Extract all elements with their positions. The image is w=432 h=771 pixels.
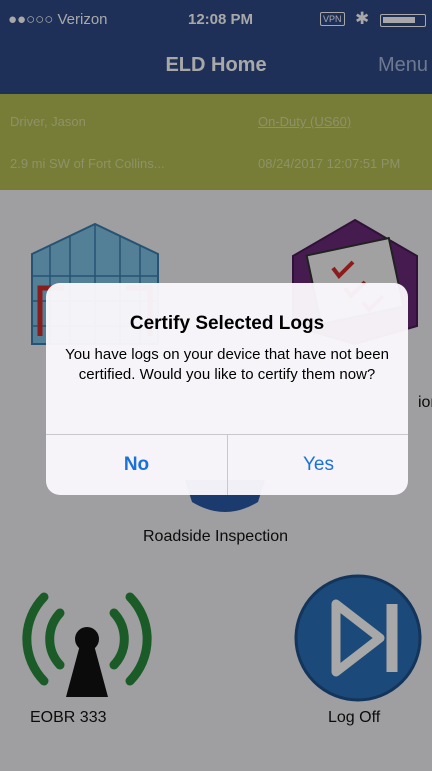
dialog-message: You have logs on your device that have n… [65, 346, 389, 383]
certify-logs-dialog: Certify Selected Logs You have logs on y… [46, 283, 408, 495]
no-button[interactable]: No [46, 435, 227, 495]
yes-button[interactable]: Yes [228, 435, 408, 495]
dialog-title: Certify Selected Logs [129, 313, 325, 334]
